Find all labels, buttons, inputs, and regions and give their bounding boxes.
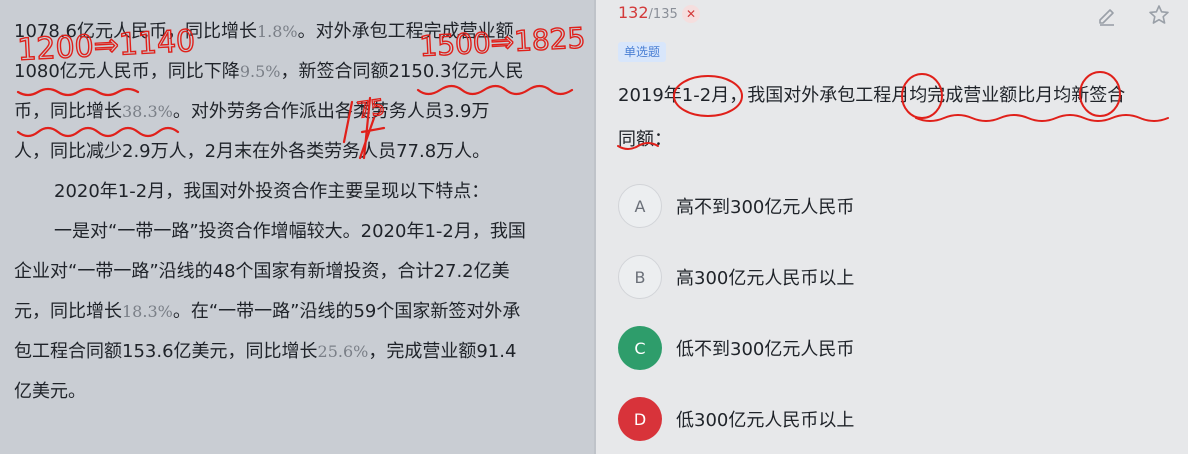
passage-text-run: 亿美元。 [14, 381, 86, 402]
percent-value: 9.5% [239, 62, 281, 81]
star-icon[interactable] [1144, 0, 1174, 30]
option-label: 高300亿元人民币以上 [676, 268, 855, 289]
passage-line: 元，同比增长18.3%。在“一带一路”沿线的59个国家新签对外承 [14, 292, 574, 332]
passage-text-run: 。对外承包工程完成营业额 [297, 21, 514, 42]
question-toolbar: 132/135 ✕ [596, 0, 1188, 28]
option-letter-badge: C [618, 326, 662, 370]
passage-text-run: 。对外劳务合作派出各类劳务人员3.9万 [172, 101, 490, 122]
question-line-1: 2019年1-2月，我国对外承包工程月均完成营业额比月均新签合 [618, 85, 1126, 106]
passage-text: 1078.6亿元人民币，同比增长1.8%。对外承包工程完成营业额 1080亿元人民… [14, 12, 574, 412]
passage-text-run: 币，同比增长 [14, 101, 122, 122]
option-label: 低不到300亿元人民币 [676, 339, 855, 360]
pencil-icon[interactable] [1092, 0, 1122, 30]
passage-text-run: 包工程合同额153.6亿美元，同比增长 [14, 341, 318, 362]
percent-value: 38.3% [122, 102, 173, 121]
passage-line: 一是对“一带一路”投资合作增幅较大。2020年1-2月，我国 [14, 212, 574, 252]
question-line-2: 同额： [618, 129, 672, 150]
option-a[interactable]: A 高不到300亿元人民币 [618, 184, 854, 228]
passage-line: 人，同比减少2.9万人，2月末在外各类劳务人员77.8万人。 [14, 132, 574, 172]
passage-text-run: ，完成营业额91.4 [368, 341, 517, 362]
percent-value: 18.3% [122, 302, 173, 321]
question-panel: 132/135 ✕ 单选题 2019年1-2月，我国对外承包工程月均完成营业额比… [596, 0, 1188, 454]
option-letter-badge: D [618, 397, 662, 441]
passage-line: 2020年1-2月，我国对外投资合作主要呈现以下特点： [14, 172, 574, 212]
passage-text-run: 2020年1-2月，我国对外投资合作主要呈现以下特点： [54, 181, 490, 202]
option-b[interactable]: B 高300亿元人民币以上 [618, 255, 854, 299]
passage-text-run: 1078.6亿元人民币，同比增长 [14, 21, 257, 42]
passage-text-run: 元，同比增长 [14, 301, 122, 322]
passage-text-run: 企业对“一带一路”沿线的48个国家有新增投资，合计27.2亿美 [14, 261, 510, 282]
passage-text-run: 人，同比减少2.9万人，2月末在外各类劳务人员77.8万人。 [14, 141, 491, 162]
option-d[interactable]: D 低300亿元人民币以上 [618, 397, 854, 441]
option-letter-badge: A [618, 184, 662, 228]
question-progress: 132/135 [618, 3, 678, 22]
passage-line: 包工程合同额153.6亿美元，同比增长25.6%，完成营业额91.4 [14, 332, 574, 372]
option-c[interactable]: C 低不到300亿元人民币 [618, 326, 854, 370]
passage-text-run: ，新签合同额2150.3亿元人民 [280, 61, 524, 82]
percent-value: 25.6% [317, 342, 369, 361]
passage-line: 亿美元。 [14, 372, 574, 412]
passage-text-run: 1080亿元人民币，同比下降 [14, 61, 240, 82]
question-stem: 2019年1-2月，我国对外承包工程月均完成营业额比月均新签合 同额： [618, 74, 1178, 162]
passage-text-run: 。在“一带一路”沿线的59个国家新签对外承 [172, 301, 521, 322]
passage-line: 企业对“一带一路”沿线的48个国家有新增投资，合计27.2亿美 [14, 252, 574, 292]
option-label: 高不到300亿元人民币 [676, 197, 855, 218]
option-letter-badge: B [618, 255, 662, 299]
passage-line: 1080亿元人民币，同比下降9.5%，新签合同额2150.3亿元人民 [14, 52, 574, 92]
progress-current: 132 [618, 3, 649, 22]
wrong-mark-icon: ✕ [682, 5, 700, 23]
percent-value: 1.8% [256, 22, 298, 41]
question-type-badge: 单选题 [618, 42, 667, 62]
passage-line: 币，同比增长38.3%。对外劳务合作派出各类劳务人员3.9万 [14, 92, 574, 132]
passage-line: 1078.6亿元人民币，同比增长1.8%。对外承包工程完成营业额 [14, 12, 574, 52]
option-label: 低300亿元人民币以上 [676, 410, 855, 431]
passage-text-run: 一是对“一带一路”投资合作增幅较大。2020年1-2月，我国 [54, 221, 526, 242]
passage-panel[interactable]: 1078.6亿元人民币，同比增长1.8%。对外承包工程完成营业额 1080亿元人民… [0, 0, 594, 454]
app-window: 1078.6亿元人民币，同比增长1.8%。对外承包工程完成营业额 1080亿元人民… [0, 0, 1188, 454]
progress-total: /135 [648, 7, 678, 22]
